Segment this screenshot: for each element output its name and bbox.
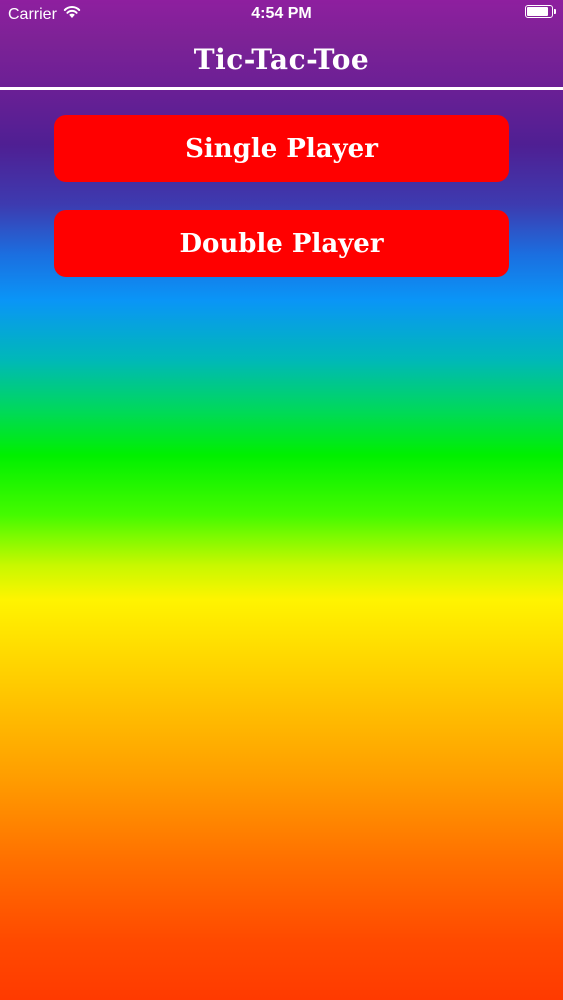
status-time: 4:54 PM: [251, 5, 312, 22]
double-player-button[interactable]: Double Player: [54, 210, 509, 277]
single-player-button[interactable]: Single Player: [54, 115, 509, 182]
battery-fill: [527, 7, 548, 16]
page-title: Tic-Tac-Toe: [193, 42, 370, 76]
status-right: [525, 5, 556, 18]
nav-divider: [0, 87, 563, 90]
battery-icon: [525, 5, 556, 18]
nav-bar: Tic-Tac-Toe: [0, 30, 563, 88]
status-bar: Carrier 4:54 PM: [0, 0, 563, 30]
